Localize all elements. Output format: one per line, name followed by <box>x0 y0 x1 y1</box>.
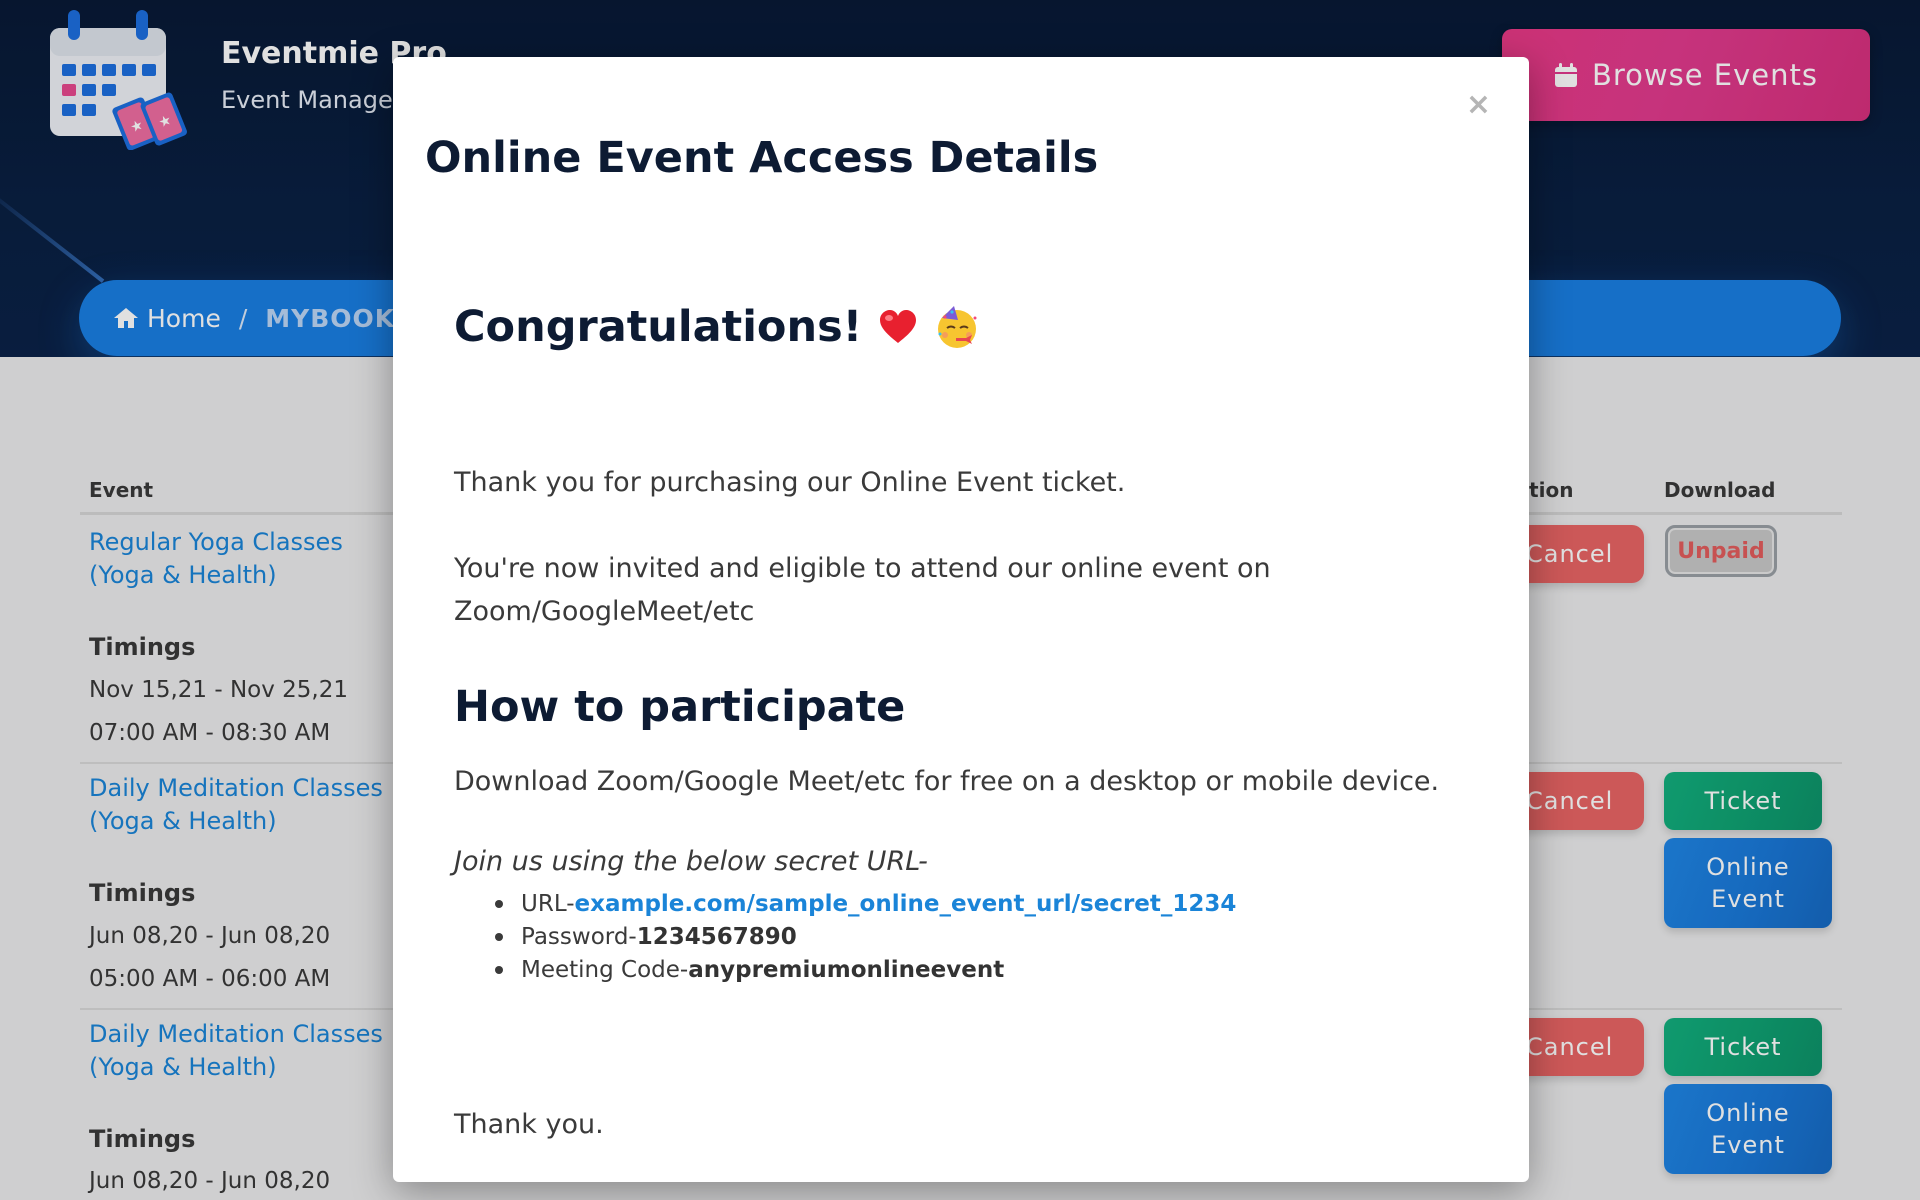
access-details-list: URL- example.com/sample_online_event_url… <box>495 887 1236 986</box>
meeting-code-value: anypremiumonlineevent <box>688 956 1005 983</box>
close-icon[interactable]: × <box>1466 87 1491 122</box>
heart-icon <box>880 310 917 343</box>
list-item-url: URL- example.com/sample_online_event_url… <box>495 887 1236 920</box>
thank-purchase-text: Thank you for purchasing our Online Even… <box>454 467 1126 498</box>
list-item-meeting-code: Meeting Code- anypremiumonlineevent <box>495 953 1236 986</box>
online-event-access-modal: × Online Event Access Details Congratula… <box>393 57 1529 1182</box>
congrats-heading: Congratulations! <box>454 302 980 352</box>
invited-text-line1: You're now invited and eligible to atten… <box>454 553 1271 584</box>
password-value: 1234567890 <box>636 923 797 950</box>
party-face-icon <box>938 306 977 348</box>
how-to-participate-heading: How to participate <box>454 682 906 732</box>
list-item-password: Password- 1234567890 <box>495 920 1236 953</box>
password-label: Password- <box>521 923 637 950</box>
invited-text-line2: Zoom/GoogleMeet/etc <box>454 596 755 627</box>
join-text: Join us using the below secret URL- <box>454 846 928 877</box>
url-label: URL- <box>521 890 575 917</box>
thank-you-text: Thank you. <box>454 1109 604 1140</box>
modal-title: Online Event Access Details <box>425 133 1099 183</box>
download-instructions: Download Zoom/Google Meet/etc for free o… <box>454 766 1440 797</box>
secret-url-link[interactable]: example.com/sample_online_event_url/secr… <box>575 891 1237 917</box>
meeting-code-label: Meeting Code- <box>521 956 689 983</box>
congrats-text: Congratulations! <box>454 302 863 352</box>
